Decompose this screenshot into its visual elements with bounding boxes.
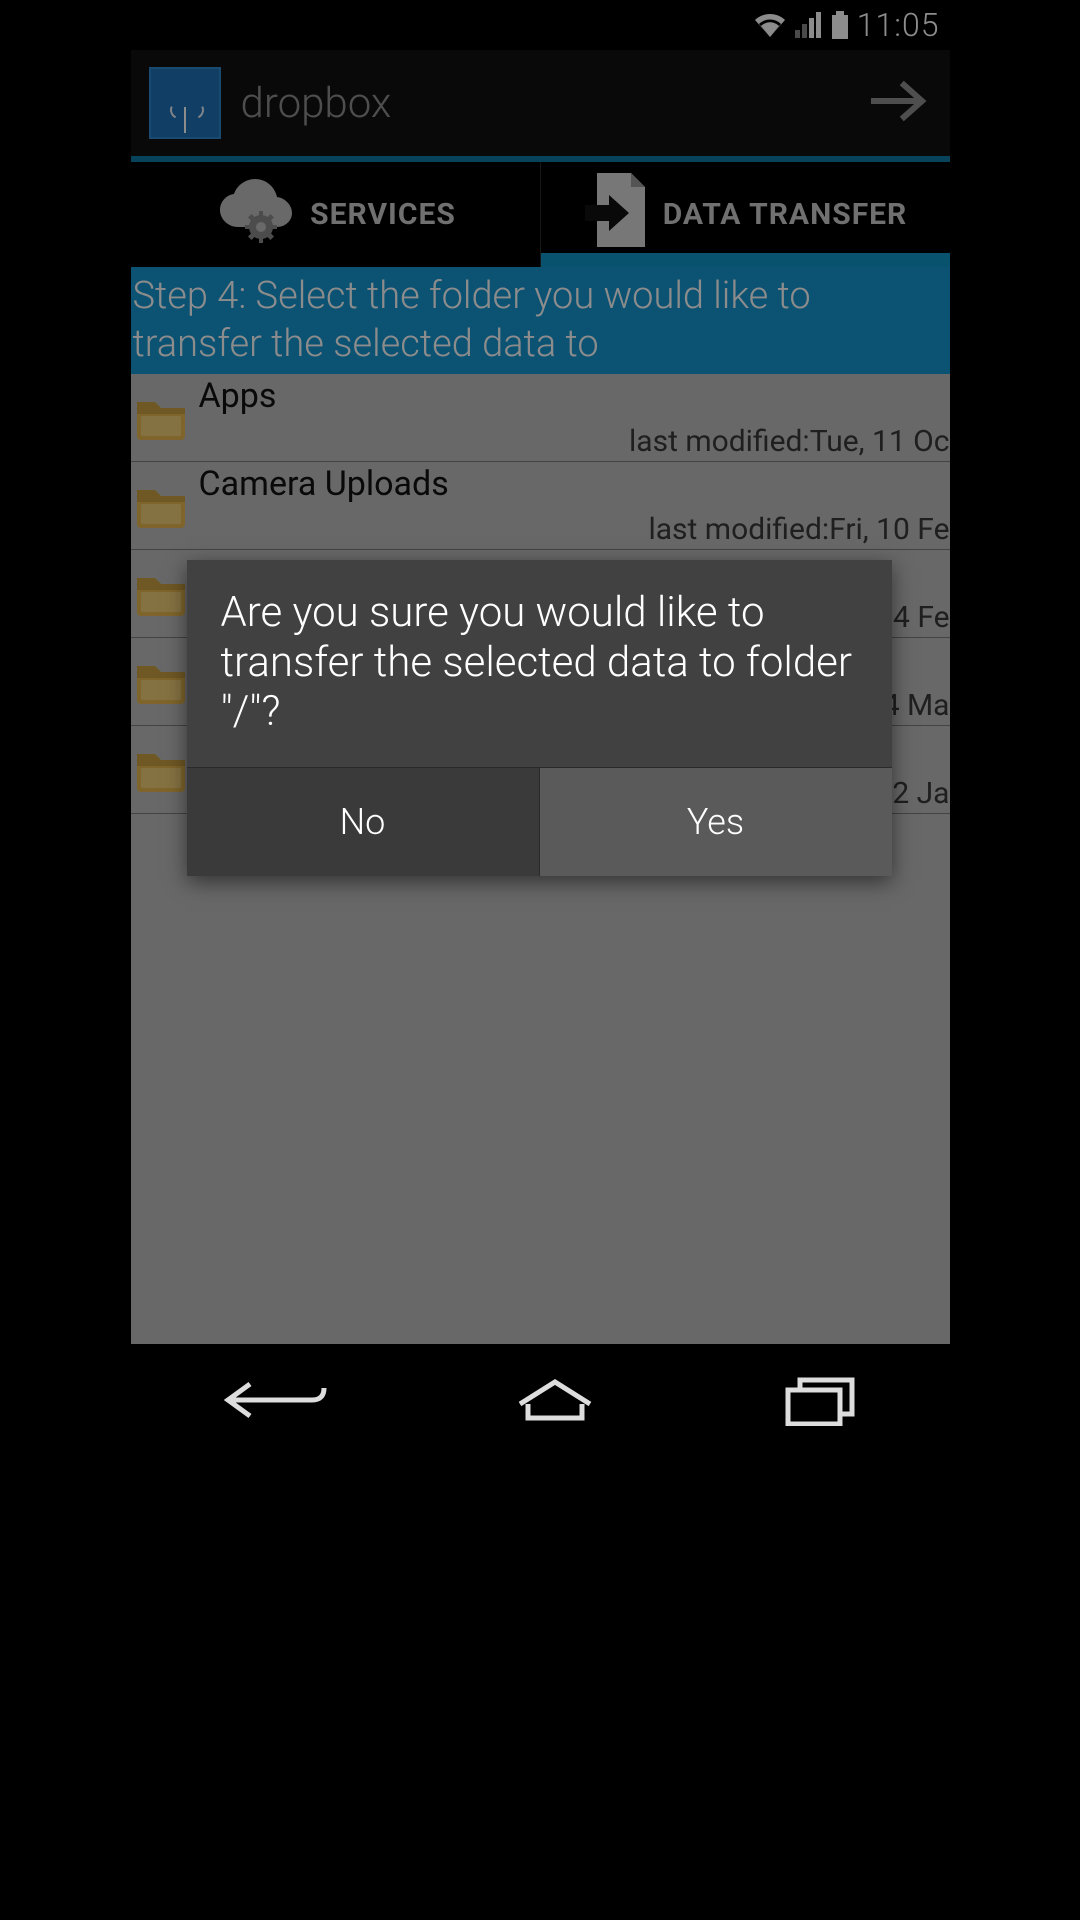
dialog-buttons: No Yes — [187, 768, 892, 876]
dialog-message: Are you sure you would like to transfer … — [187, 560, 892, 767]
yes-button[interactable]: Yes — [539, 768, 892, 876]
back-icon[interactable] — [220, 1376, 330, 1424]
confirm-dialog: Are you sure you would like to transfer … — [187, 560, 892, 876]
home-icon[interactable] — [510, 1376, 600, 1424]
recent-apps-icon[interactable] — [780, 1374, 860, 1426]
no-button[interactable]: No — [187, 768, 539, 876]
screen: 11:05 dropbox — [131, 0, 950, 1456]
nav-bar — [131, 1344, 950, 1456]
